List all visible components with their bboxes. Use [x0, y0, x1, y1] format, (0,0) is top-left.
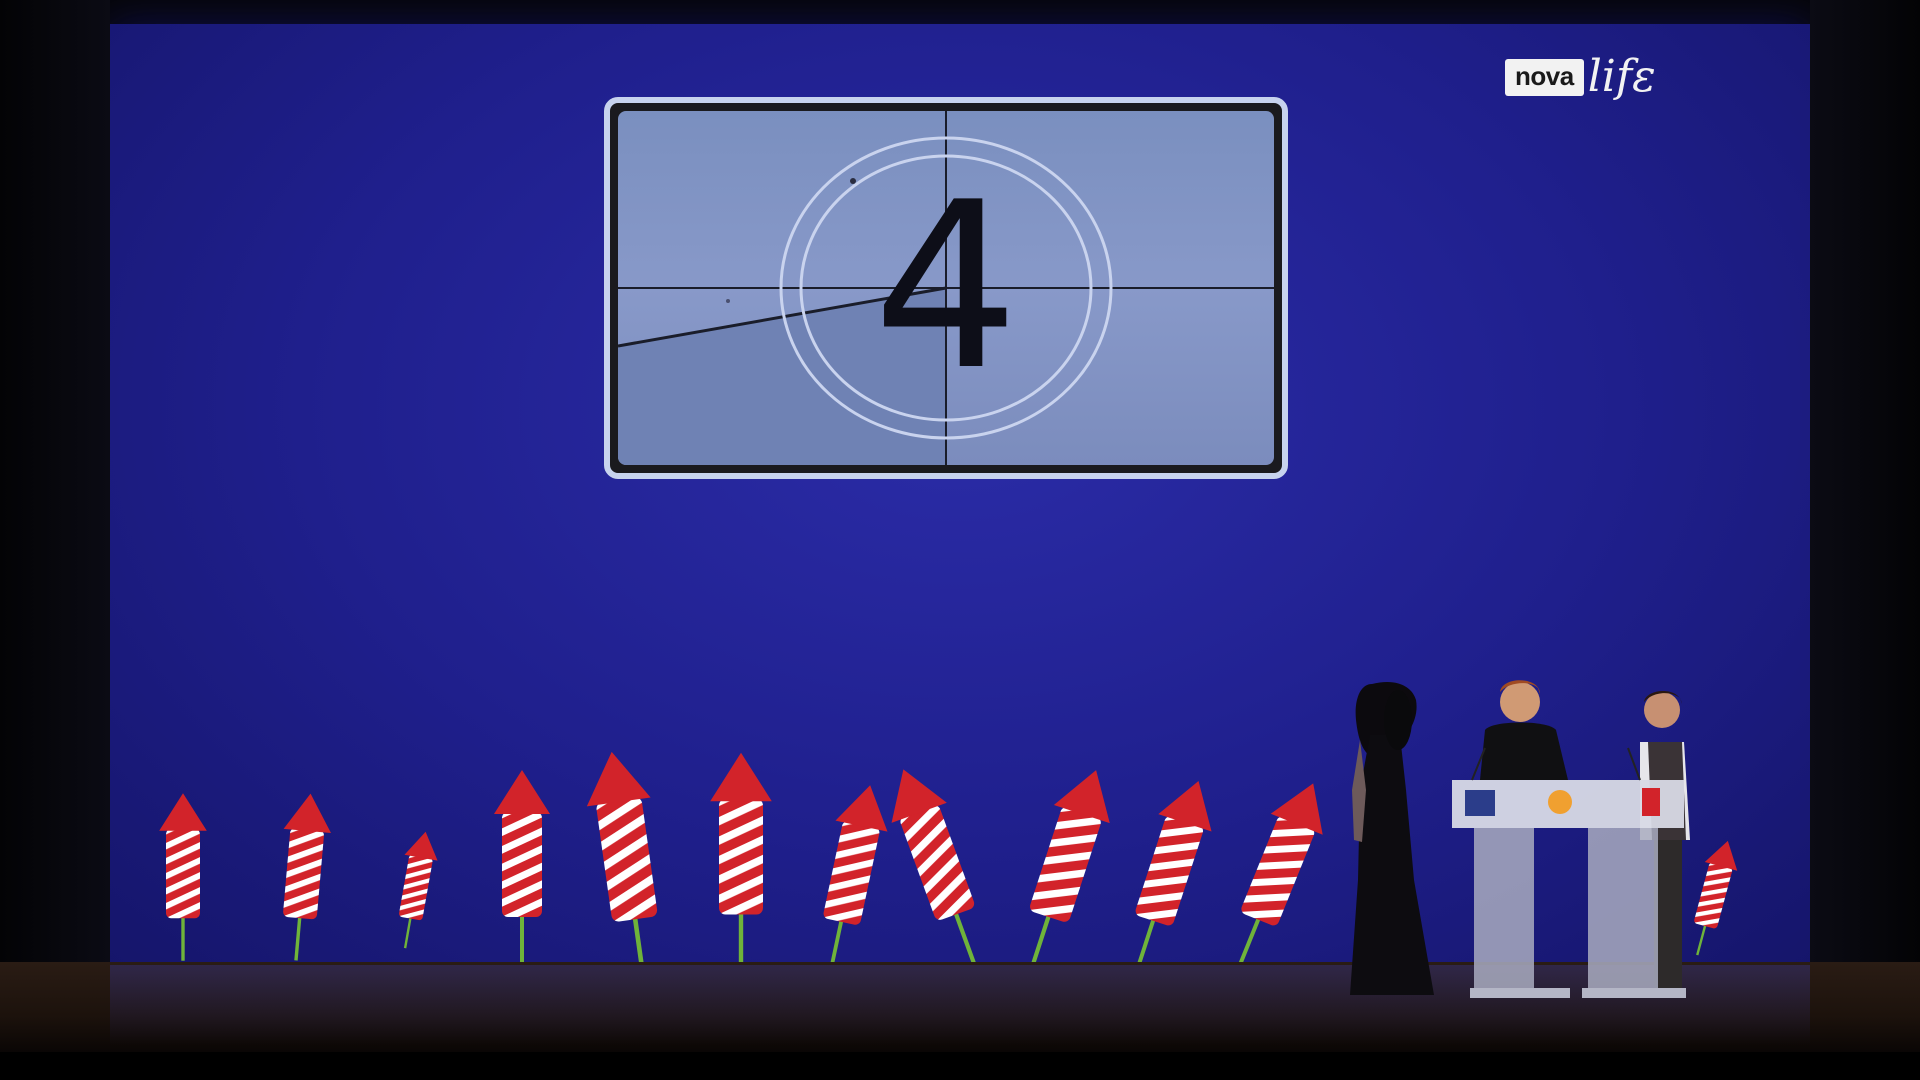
microphone — [1627, 747, 1641, 781]
podium-sponsor-logo — [1465, 790, 1495, 816]
podium-emblem — [1548, 790, 1572, 814]
woman-in-black-dress — [1350, 681, 1434, 995]
podium-flag — [1642, 788, 1660, 816]
stage-performers — [1350, 680, 1690, 998]
man-in-black-tshirt — [1480, 680, 1568, 780]
letterbox-bar — [0, 1052, 1920, 1080]
video-frame: 4 nova lifε — [0, 0, 1920, 1080]
podium — [1452, 747, 1686, 998]
